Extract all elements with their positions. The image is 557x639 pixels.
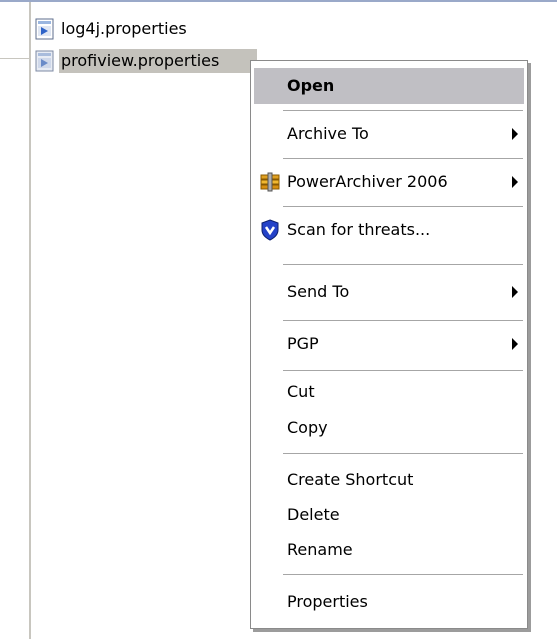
menu-item-label: Rename bbox=[287, 540, 353, 559]
menu-item-pgp[interactable]: PGP bbox=[254, 326, 524, 362]
menu-item-label: PGP bbox=[287, 334, 319, 353]
menu-item-label: Open bbox=[287, 76, 335, 95]
context-menu: Open Archive To PowerArchiver 2006 Scan … bbox=[250, 60, 528, 629]
menu-item-create-shortcut[interactable]: Create Shortcut bbox=[254, 462, 524, 498]
menu-item-label: Scan for threats... bbox=[287, 220, 431, 239]
menu-item-label: Properties bbox=[287, 592, 368, 611]
menu-item-powerarchiver[interactable]: PowerArchiver 2006 bbox=[254, 164, 524, 200]
menu-item-label: Copy bbox=[287, 418, 328, 437]
file-item[interactable]: log4j.properties bbox=[35, 16, 189, 42]
menu-item-cut[interactable]: Cut bbox=[254, 374, 524, 410]
submenu-arrow-icon bbox=[512, 338, 518, 350]
menu-item-label: Send To bbox=[287, 282, 350, 301]
menu-item-rename[interactable]: Rename bbox=[254, 532, 524, 568]
menu-separator bbox=[283, 110, 523, 111]
menu-item-copy[interactable]: Copy bbox=[254, 410, 524, 446]
menu-item-open[interactable]: Open bbox=[254, 68, 524, 104]
powerarchiver-icon bbox=[259, 171, 281, 193]
properties-file-icon bbox=[35, 50, 55, 72]
tree-connector-line bbox=[0, 58, 29, 59]
menu-separator bbox=[283, 453, 523, 454]
file-name: profiview.properties bbox=[59, 49, 257, 73]
menu-item-scan-for-threats[interactable]: Scan for threats... bbox=[254, 212, 524, 248]
submenu-arrow-icon bbox=[512, 176, 518, 188]
properties-file-icon bbox=[35, 18, 55, 40]
menu-item-label: Delete bbox=[287, 505, 340, 524]
submenu-arrow-icon bbox=[512, 128, 518, 140]
pane-divider[interactable] bbox=[29, 2, 31, 639]
submenu-arrow-icon bbox=[512, 286, 518, 298]
menu-separator bbox=[283, 370, 523, 371]
menu-item-send-to[interactable]: Send To bbox=[254, 274, 524, 310]
window-top-border bbox=[0, 0, 557, 2]
menu-separator bbox=[283, 158, 523, 159]
menu-item-label: Archive To bbox=[287, 124, 369, 143]
file-item-selected[interactable]: profiview.properties bbox=[35, 48, 257, 74]
left-pane bbox=[0, 2, 29, 639]
menu-separator bbox=[283, 574, 523, 575]
menu-item-label: PowerArchiver 2006 bbox=[287, 172, 448, 191]
menu-separator bbox=[283, 320, 523, 321]
menu-item-properties[interactable]: Properties bbox=[254, 584, 524, 620]
menu-separator bbox=[283, 264, 523, 265]
file-name: log4j.properties bbox=[61, 19, 187, 38]
menu-item-label: Create Shortcut bbox=[287, 470, 414, 489]
menu-item-archive-to[interactable]: Archive To bbox=[254, 116, 524, 152]
menu-item-label: Cut bbox=[287, 382, 315, 401]
menu-separator bbox=[283, 206, 523, 207]
menu-item-delete[interactable]: Delete bbox=[254, 497, 524, 533]
shield-icon bbox=[259, 219, 281, 241]
